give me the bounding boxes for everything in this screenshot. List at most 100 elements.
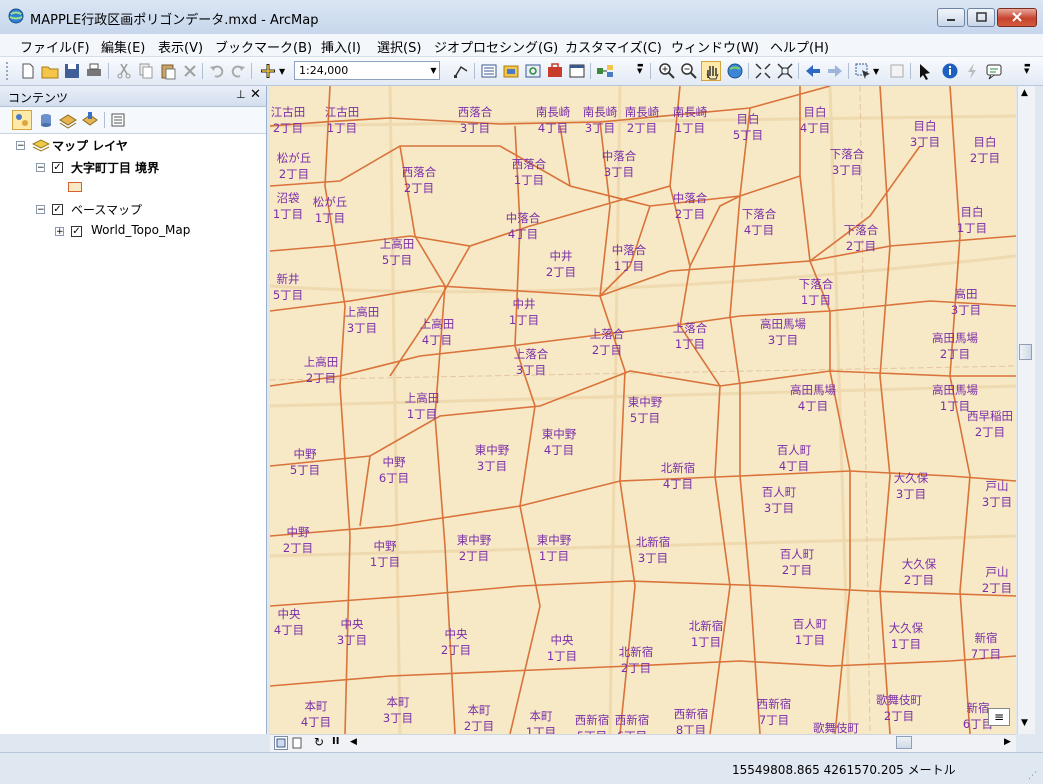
toolbar-separator bbox=[108, 63, 109, 79]
pan-hand-icon[interactable] bbox=[701, 61, 721, 81]
model-builder-icon[interactable] bbox=[595, 61, 615, 81]
scroll-right-arrow-icon[interactable]: ▶ bbox=[1004, 737, 1011, 747]
layout-view-icon[interactable] bbox=[290, 736, 304, 750]
layer-row-basemap[interactable]: − ✓ ベースマップ bbox=[0, 200, 266, 218]
district-label: 東中野 5丁目 bbox=[628, 394, 663, 426]
collapse-icon[interactable]: − bbox=[36, 205, 45, 215]
district-chome: 5丁目 bbox=[732, 128, 764, 142]
hyperlink-bolt-icon[interactable] bbox=[962, 61, 982, 81]
data-view-icon[interactable] bbox=[274, 736, 288, 750]
menu-window[interactable]: ウィンドウ(W) bbox=[671, 37, 759, 56]
open-folder-icon[interactable] bbox=[40, 61, 60, 81]
expand-icon[interactable]: + bbox=[55, 227, 64, 237]
select-features-icon[interactable] bbox=[853, 61, 873, 81]
district-label: 高田馬場 4丁目 bbox=[790, 382, 836, 414]
new-document-icon[interactable] bbox=[18, 61, 38, 81]
menu-view[interactable]: 表示(V) bbox=[158, 37, 203, 56]
catalog-icon[interactable] bbox=[501, 61, 521, 81]
map-layers-row[interactable]: − マップ レイヤ bbox=[0, 136, 266, 154]
district-chome: 3丁目 bbox=[831, 163, 863, 177]
minimize-button[interactable] bbox=[937, 8, 965, 27]
search-window-icon[interactable] bbox=[523, 61, 543, 81]
list-by-visibility-icon[interactable] bbox=[58, 110, 78, 130]
district-name: 中落合 bbox=[672, 191, 708, 205]
paste-icon[interactable] bbox=[158, 61, 178, 81]
select-dropdown-icon[interactable]: ▼ bbox=[873, 67, 879, 76]
undo-icon[interactable] bbox=[207, 61, 227, 81]
menu-help[interactable]: ヘルプ(H) bbox=[770, 37, 829, 56]
menu-file[interactable]: ファイル(F) bbox=[20, 37, 90, 56]
delete-icon[interactable] bbox=[180, 61, 200, 81]
collapse-icon[interactable]: − bbox=[36, 163, 45, 173]
toolbar-overflow-icon[interactable]: ▬ ▼ bbox=[637, 62, 644, 80]
visibility-checkbox[interactable]: ✓ bbox=[71, 226, 82, 237]
menu-select[interactable]: 選択(S) bbox=[377, 37, 421, 56]
fixed-zoom-in-icon[interactable] bbox=[753, 61, 773, 81]
list-by-source-icon[interactable] bbox=[36, 110, 56, 130]
district-name: 大久保 bbox=[893, 471, 929, 485]
menu-geoprocessing[interactable]: ジオプロセシング(G) bbox=[434, 37, 558, 56]
editor-toolbar-icon[interactable] bbox=[451, 61, 471, 81]
resize-grip-icon[interactable]: ⋰ bbox=[1028, 771, 1037, 781]
district-name: 中落合 bbox=[601, 149, 637, 163]
scroll-left-arrow-icon[interactable]: ◀ bbox=[350, 737, 357, 747]
layer-row-boundary[interactable]: − ✓ 大字町丁目 境界 bbox=[0, 158, 266, 176]
pause-drawing-icon[interactable]: II bbox=[332, 736, 339, 747]
copy-icon[interactable] bbox=[136, 61, 156, 81]
menu-insert[interactable]: 挿入(I) bbox=[321, 37, 361, 56]
map-view[interactable]: 江古田 2丁目 江古田 1丁目 西落合 3丁目 南長崎 4丁目 南長崎 3丁目 南長崎 2丁目 南長崎 1… bbox=[270, 86, 1016, 734]
print-icon[interactable] bbox=[84, 61, 104, 81]
save-icon[interactable] bbox=[62, 61, 82, 81]
go-forward-arrow-icon[interactable] bbox=[825, 61, 845, 81]
visibility-checkbox[interactable]: ✓ bbox=[52, 204, 63, 215]
close-icon[interactable]: ✕ bbox=[250, 87, 261, 102]
map-tips-icon[interactable]: ≡ bbox=[988, 708, 1010, 726]
vertical-scrollbar[interactable]: ▲ ▼ bbox=[1017, 86, 1035, 734]
layer-row-world-topo[interactable]: + ✓ World_Topo_Map bbox=[0, 222, 266, 240]
clear-selection-icon[interactable] bbox=[887, 61, 907, 81]
district-chome: 2丁目 bbox=[463, 719, 495, 733]
menu-bookmark[interactable]: ブックマーク(B) bbox=[215, 37, 312, 56]
zoom-in-icon[interactable] bbox=[657, 61, 677, 81]
fixed-zoom-out-icon[interactable] bbox=[775, 61, 795, 81]
district-name: 北新宿 bbox=[688, 619, 724, 633]
full-extent-globe-icon[interactable] bbox=[725, 61, 745, 81]
menu-customize[interactable]: カスタマイズ(C) bbox=[565, 37, 662, 56]
toolbar-overflow-icon[interactable]: ▬ ▼ bbox=[1024, 62, 1031, 80]
add-data-icon[interactable] bbox=[258, 61, 278, 81]
district-name: 西落合 bbox=[511, 157, 547, 171]
identify-info-icon[interactable] bbox=[940, 61, 960, 81]
scroll-down-arrow-icon[interactable]: ▼ bbox=[1021, 718, 1028, 728]
list-by-selection-icon[interactable] bbox=[80, 110, 100, 130]
vertical-scroll-thumb[interactable] bbox=[1019, 344, 1032, 360]
arctoolbox-icon[interactable] bbox=[545, 61, 565, 81]
cut-icon[interactable] bbox=[114, 61, 134, 81]
options-list-icon[interactable] bbox=[108, 110, 128, 130]
list-by-drawing-order-icon[interactable] bbox=[12, 110, 32, 130]
district-chome: 2丁目 bbox=[981, 581, 1013, 595]
html-popup-icon[interactable] bbox=[984, 61, 1004, 81]
close-button[interactable] bbox=[997, 8, 1037, 27]
select-elements-pointer-icon[interactable] bbox=[915, 61, 935, 81]
go-back-arrow-icon[interactable] bbox=[803, 61, 823, 81]
scroll-up-arrow-icon[interactable]: ▲ bbox=[1021, 88, 1028, 98]
toolbar-separator bbox=[590, 63, 591, 79]
district-name: 中野 bbox=[286, 525, 310, 539]
refresh-icon[interactable]: ↻ bbox=[314, 735, 324, 749]
redo-icon[interactable] bbox=[228, 61, 248, 81]
polygon-symbol-swatch[interactable] bbox=[68, 182, 82, 192]
add-data-dropdown-icon[interactable]: ▼ bbox=[279, 67, 285, 76]
horizontal-scroll-thumb[interactable] bbox=[896, 736, 912, 749]
maximize-button[interactable] bbox=[967, 8, 995, 27]
visibility-checkbox[interactable]: ✓ bbox=[52, 162, 63, 173]
zoom-out-icon[interactable] bbox=[679, 61, 699, 81]
chevron-down-icon[interactable]: ▼ bbox=[427, 61, 440, 80]
python-window-icon[interactable] bbox=[567, 61, 587, 81]
map-scale-combo[interactable]: 1:24,000 bbox=[294, 61, 440, 80]
pin-icon[interactable]: ⊥ bbox=[236, 88, 246, 101]
menu-edit[interactable]: 編集(E) bbox=[101, 37, 145, 56]
district-label: 東中野 2丁目 bbox=[457, 532, 492, 564]
toolbar-grip[interactable] bbox=[6, 62, 11, 80]
collapse-icon[interactable]: − bbox=[16, 141, 25, 151]
table-of-contents-icon[interactable] bbox=[479, 61, 499, 81]
